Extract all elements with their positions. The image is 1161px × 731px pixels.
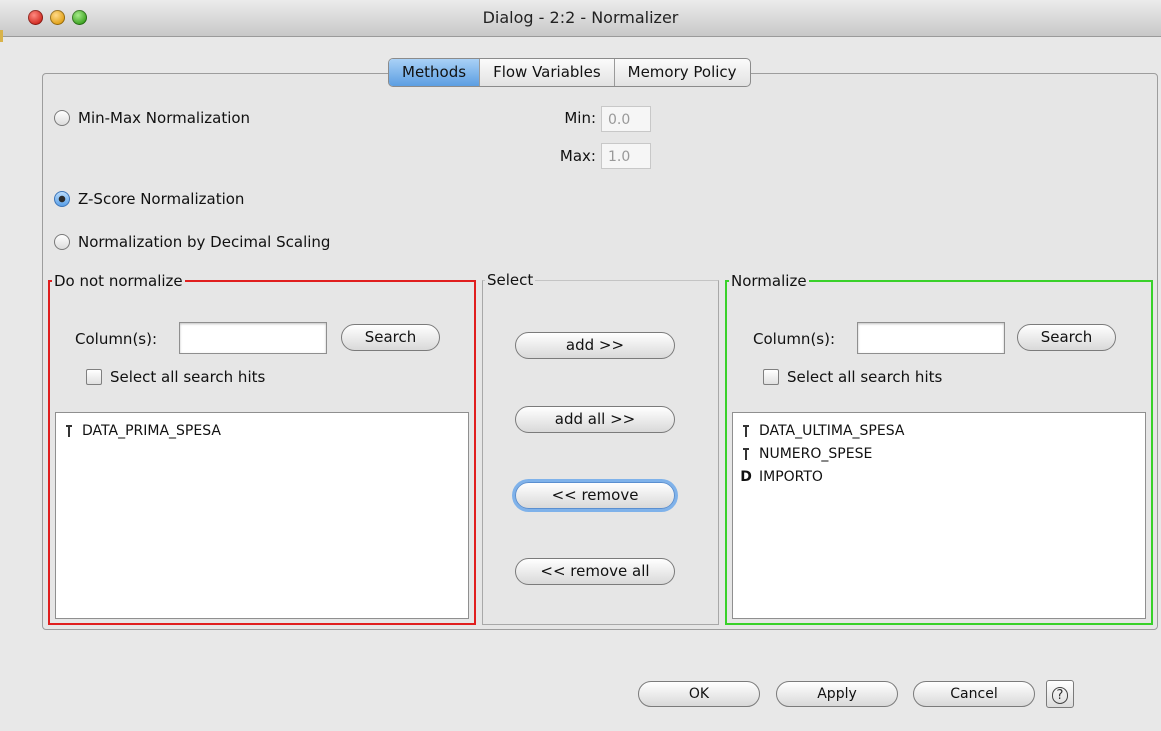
decimal-scaling-label: Normalization by Decimal Scaling [78,233,331,251]
tab-methods[interactable]: Methods [389,59,480,86]
include-column-label: Column(s): [753,330,836,348]
max-label: Max: [559,147,596,165]
exclude-column-label: Column(s): [75,330,158,348]
tab-flow-variables[interactable]: Flow Variables [479,59,614,86]
minmax-option[interactable]: Min-Max Normalization [54,109,250,127]
exclude-select-all-checkbox[interactable] [86,369,102,385]
add-all-button[interactable]: add all >> [515,406,675,433]
include-select-all-label: Select all search hits [787,368,943,386]
tab-memory-policy[interactable]: Memory Policy [613,59,750,86]
double-column-icon: D [740,468,752,485]
include-column-list[interactable]: DATA_ULTIMA_SPESA NUMERO_SPESE D IMPORTO [732,412,1146,619]
tab-bar: Methods Flow Variables Memory Policy [388,58,751,87]
exclude-column-list[interactable]: DATA_PRIMA_SPESA [55,412,469,619]
list-item[interactable]: DATA_ULTIMA_SPESA [733,419,1145,442]
column-name: IMPORTO [759,468,823,485]
column-name: DATA_PRIMA_SPESA [82,422,221,439]
remove-all-button[interactable]: << remove all [515,558,675,585]
add-button[interactable]: add >> [515,332,675,359]
select-group-title: Select [485,271,536,289]
min-label: Min: [564,109,596,127]
ok-button[interactable]: OK [638,681,760,707]
help-icon[interactable]: ? [1046,680,1074,708]
zscore-radio[interactable] [54,191,70,207]
minmax-radio[interactable] [54,110,70,126]
exclude-group-title: Do not normalize [52,272,185,290]
list-item[interactable]: DATA_PRIMA_SPESA [56,419,468,442]
list-item[interactable]: NUMERO_SPESE [733,442,1145,465]
include-group-title: Normalize [729,272,809,290]
integer-column-icon [62,424,76,438]
remove-button[interactable]: << remove [515,482,675,509]
include-search-input[interactable] [857,322,1005,354]
help-label: ? [1051,687,1069,704]
list-item[interactable]: D IMPORTO [733,465,1145,488]
window-edge-marker [0,30,3,42]
apply-button[interactable]: Apply [776,681,898,707]
min-field[interactable]: 0.0 [601,106,651,132]
max-field[interactable]: 1.0 [601,143,651,169]
include-select-all-checkbox[interactable] [763,369,779,385]
exclude-search-input[interactable] [179,322,327,354]
integer-column-icon [739,424,753,438]
include-search-button[interactable]: Search [1017,324,1116,351]
zscore-label: Z-Score Normalization [78,190,245,208]
include-select-all[interactable]: Select all search hits [763,368,942,386]
column-name: DATA_ULTIMA_SPESA [759,422,905,439]
integer-column-icon [739,447,753,461]
zscore-option[interactable]: Z-Score Normalization [54,190,244,208]
minmax-label: Min-Max Normalization [78,109,251,127]
exclude-select-all-label: Select all search hits [110,368,266,386]
decimal-scaling-radio[interactable] [54,234,70,250]
decimal-scaling-option[interactable]: Normalization by Decimal Scaling [54,233,330,251]
window-title: Dialog - 2:2 - Normalizer [482,8,679,27]
cancel-button[interactable]: Cancel [913,681,1035,707]
exclude-search-button[interactable]: Search [341,324,440,351]
exclude-select-all[interactable]: Select all search hits [86,368,265,386]
column-name: NUMERO_SPESE [759,445,873,462]
